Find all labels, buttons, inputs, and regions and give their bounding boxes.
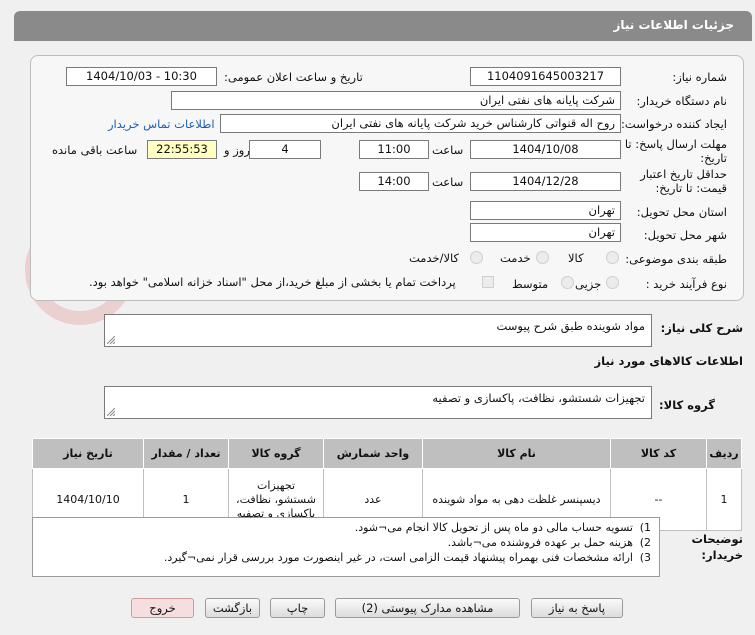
col-header-name: نام کالا xyxy=(422,438,611,469)
contact-buyer-link[interactable]: اطلاعات تماس خریدار xyxy=(108,117,215,131)
col-header-unit: واحد شمارش xyxy=(323,438,423,469)
deadline-label: مهلت ارسال پاسخ: تا xyxy=(624,137,727,151)
city-field: تهران xyxy=(470,223,621,242)
buyer-label: نام دستگاه خریدار: xyxy=(636,94,727,108)
cell-index: 1 xyxy=(706,468,742,531)
note-text: تسویه حساب مالی دو ماه پس از تحویل کالا … xyxy=(354,521,633,534)
page-title: جزئیات اطلاعات نیاز xyxy=(613,18,734,32)
col-header-index: ردیف xyxy=(706,438,742,469)
table-header-row: ردیف کد کالا نام کالا واحد شمارش گروه کا… xyxy=(32,438,742,469)
exit-button[interactable]: خروج xyxy=(131,598,194,618)
remaining-time-field: 22:55:53 xyxy=(147,140,217,159)
validity-label-date: قیمت: تا تاریخ: xyxy=(655,181,727,195)
process-medium-radio[interactable] xyxy=(561,276,574,289)
category-goods-label: کالا xyxy=(568,251,584,265)
province-field: تهران xyxy=(470,201,621,220)
category-both-label: کالا/خدمت xyxy=(409,251,460,265)
process-type-label: نوع فرآیند خرید : xyxy=(645,277,727,291)
reply-button[interactable]: پاسخ به نیاز xyxy=(531,598,623,618)
announce-date-label: تاریخ و ساعت اعلان عمومی: xyxy=(224,70,363,84)
treasury-payment-note: پرداخت تمام یا بخشی از مبلغ خرید،از محل … xyxy=(89,275,456,289)
category-goods-radio[interactable] xyxy=(606,251,619,264)
description-label: شرح کلی نیاز: xyxy=(660,321,743,335)
col-header-qty: تعداد / مقدار xyxy=(143,438,229,469)
note-number: 3) xyxy=(639,551,651,564)
description-textarea[interactable]: مواد شوینده طبق شرح پیوست xyxy=(104,314,652,347)
validity-label: حداقل تاریخ اعتبار xyxy=(640,167,727,181)
goods-group-label: گروه کالا: xyxy=(659,398,715,412)
deadline-time-field: 11:00 xyxy=(359,140,429,159)
creator-field: روح اله قنواتی کارشناس خرید شرکت پایانه … xyxy=(220,114,621,133)
category-label: طبقه بندی موضوعی: xyxy=(625,252,727,266)
note-line: 2) هزینه حمل بر عهده فروشنده می¬باشد. xyxy=(41,535,651,550)
note-number: 2) xyxy=(639,536,651,549)
buyer-notes-label: توضیحات xyxy=(691,532,744,546)
deadline-date-field: 1404/10/08 xyxy=(470,140,621,159)
days-label: روز و xyxy=(224,143,250,157)
window-titlebar: جزئیات اطلاعات نیاز xyxy=(14,11,752,41)
process-minor-label: جزیی xyxy=(575,277,602,291)
validity-time-label: ساعت xyxy=(432,175,464,189)
announce-date-field: 1404/10/03 - 10:30 xyxy=(66,67,217,86)
category-both-radio[interactable] xyxy=(470,251,483,264)
note-line: 3) ارائه مشخصات فنی بهمراه پیشنهاد قیمت ا… xyxy=(41,550,651,565)
province-label: استان محل تحویل: xyxy=(636,205,727,219)
note-text: ارائه مشخصات فنی بهمراه پیشنهاد قیمت الز… xyxy=(163,551,633,564)
need-number-label: شماره نیاز: xyxy=(672,70,727,84)
deadline-label-date: تاریخ: xyxy=(700,151,727,165)
treasury-payment-checkbox[interactable] xyxy=(482,276,494,288)
cell-group-line: شستشو، نظافت، xyxy=(236,492,316,506)
col-header-group: گروه کالا xyxy=(228,438,324,469)
goods-group-textarea[interactable]: تجهیزات شستشو، نظافت، پاکسازی و تصفیه xyxy=(104,386,652,419)
resize-grip-icon[interactable] xyxy=(107,408,115,416)
city-label: شهر محل تحویل: xyxy=(643,228,727,242)
resize-grip-icon[interactable] xyxy=(107,336,115,344)
need-number-field: 1104091645003217 xyxy=(470,67,621,86)
remaining-time-label: ساعت باقی مانده xyxy=(52,143,138,157)
note-line: 1) تسویه حساب مالی دو ماه پس از تحویل کال… xyxy=(41,520,651,535)
category-service-label: خدمت xyxy=(500,251,531,265)
buyer-notes-box: 1) تسویه حساب مالی دو ماه پس از تحویل کال… xyxy=(32,517,660,577)
description-text: مواد شوینده طبق شرح پیوست xyxy=(496,319,645,333)
note-number: 1) xyxy=(639,521,651,534)
process-minor-radio[interactable] xyxy=(606,276,619,289)
goods-section-title: اطلاعات کالاهای مورد نیاز xyxy=(594,354,743,368)
validity-time-field: 14:00 xyxy=(359,172,429,191)
cell-group-line: تجهیزات xyxy=(256,478,296,492)
view-attachments-button[interactable]: مشاهده مدارک پیوستی (2) xyxy=(335,598,520,618)
creator-label: ایجاد کننده درخواست: xyxy=(621,117,727,131)
col-header-code: کد کالا xyxy=(610,438,707,469)
buyer-field: شرکت پایانه های نفتی ایران xyxy=(171,91,621,110)
validity-date-field: 1404/12/28 xyxy=(470,172,621,191)
buyer-notes-label-2: خریدار: xyxy=(701,548,743,562)
note-text: هزینه حمل بر عهده فروشنده می¬باشد. xyxy=(447,536,633,549)
print-button[interactable]: چاپ xyxy=(270,598,325,618)
col-header-date: تاریخ نیاز xyxy=(32,438,144,469)
deadline-time-label: ساعت xyxy=(432,143,464,157)
days-remaining-field: 4 xyxy=(249,140,321,159)
category-service-radio[interactable] xyxy=(536,251,549,264)
goods-group-text: تجهیزات شستشو، نظافت، پاکسازی و تصفیه xyxy=(432,391,645,405)
process-medium-label: متوسط xyxy=(512,277,549,291)
back-button[interactable]: بازگشت xyxy=(205,598,260,618)
